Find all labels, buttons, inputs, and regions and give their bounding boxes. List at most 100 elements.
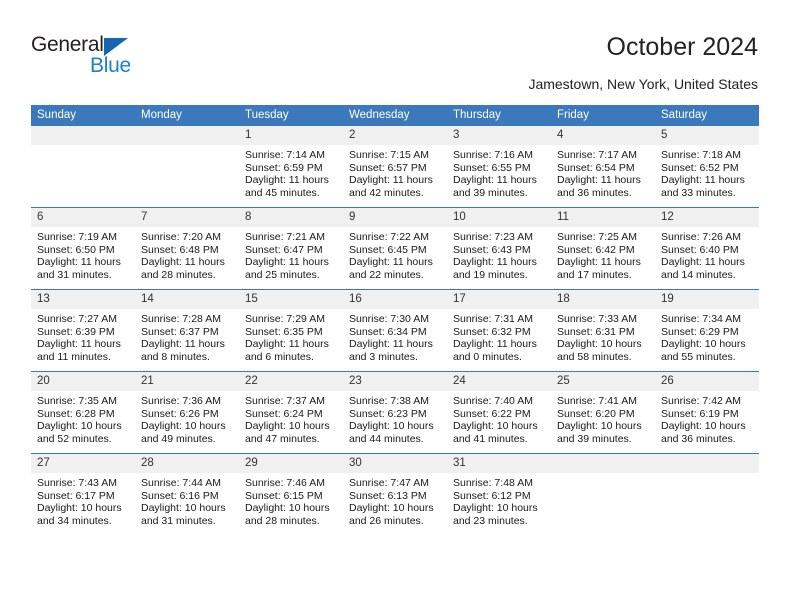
sunset-text: Sunset: 6:22 PM [453, 407, 531, 420]
calendar-day-cell[interactable]: 11 Sunrise: 7:25 AM Sunset: 6:42 PM Dayligh… [551, 207, 655, 290]
calendar-day-cell[interactable]: 22 Sunrise: 7:37 AM Sunset: 6:24 PM Dayligh… [239, 371, 343, 454]
sunrise-text: Sunrise: 7:16 AM [453, 149, 533, 161]
logo-text-blue: Blue [90, 54, 131, 77]
calendar-day-cell[interactable]: 29 Sunrise: 7:46 AM Sunset: 6:15 PM Dayligh… [239, 453, 343, 535]
calendar-body: 1 Sunrise: 7:14 AM Sunset: 6:59 PM Daylight… [31, 126, 759, 535]
sunset-text: Sunset: 6:31 PM [557, 325, 635, 338]
calendar-day-cell[interactable]: 5 Sunrise: 7:18 AM Sunset: 6:52 PM Daylight… [655, 126, 759, 208]
sunrise-text: Sunrise: 7:37 AM [245, 395, 325, 407]
day-details: Sunrise: 7:22 AM Sunset: 6:45 PM Daylight:… [343, 227, 447, 281]
day-details: Sunrise: 7:23 AM Sunset: 6:43 PM Daylight:… [447, 227, 551, 281]
day-details: Sunrise: 7:31 AM Sunset: 6:32 PM Daylight:… [447, 309, 551, 363]
day-details: Sunrise: 7:36 AM Sunset: 6:26 PM Daylight:… [135, 391, 239, 445]
day-details: Sunrise: 7:44 AM Sunset: 6:16 PM Daylight:… [135, 473, 239, 527]
calendar-day-cell[interactable]: 26 Sunrise: 7:42 AM Sunset: 6:19 PM Dayligh… [655, 371, 759, 454]
daylight-text: Daylight: 10 hours and 39 minutes. [557, 420, 642, 445]
sunrise-text: Sunrise: 7:33 AM [557, 313, 637, 325]
day-details: Sunrise: 7:14 AM Sunset: 6:59 PM Daylight:… [239, 145, 343, 199]
calendar-day-cell[interactable]: 17 Sunrise: 7:31 AM Sunset: 6:32 PM Dayligh… [447, 289, 551, 372]
sunset-text: Sunset: 6:34 PM [349, 325, 427, 338]
daylight-text: Daylight: 11 hours and 42 minutes. [349, 174, 433, 199]
daylight-text: Daylight: 11 hours and 3 minutes. [349, 338, 433, 363]
sunset-text: Sunset: 6:48 PM [141, 243, 219, 256]
day-number: 25 [551, 372, 655, 391]
daylight-text: Daylight: 10 hours and 31 minutes. [141, 502, 226, 527]
calendar-day-cell[interactable]: 16 Sunrise: 7:30 AM Sunset: 6:34 PM Dayligh… [343, 289, 447, 372]
daylight-text: Daylight: 11 hours and 22 minutes. [349, 256, 433, 281]
sunset-text: Sunset: 6:24 PM [245, 407, 323, 420]
sunset-text: Sunset: 6:29 PM [661, 325, 739, 338]
sunrise-text: Sunrise: 7:48 AM [453, 477, 533, 489]
daylight-text: Daylight: 11 hours and 28 minutes. [141, 256, 225, 281]
sunrise-text: Sunrise: 7:36 AM [141, 395, 221, 407]
sunrise-text: Sunrise: 7:22 AM [349, 231, 429, 243]
sunrise-text: Sunrise: 7:29 AM [245, 313, 325, 325]
day-details: Sunrise: 7:25 AM Sunset: 6:42 PM Daylight:… [551, 227, 655, 281]
calendar-day-cell[interactable]: 23 Sunrise: 7:38 AM Sunset: 6:23 PM Dayligh… [343, 371, 447, 454]
day-number [135, 126, 239, 145]
calendar-day-cell[interactable]: 18 Sunrise: 7:33 AM Sunset: 6:31 PM Dayligh… [551, 289, 655, 372]
day-number: 2 [343, 126, 447, 145]
calendar-day-cell[interactable]: 10 Sunrise: 7:23 AM Sunset: 6:43 PM Dayligh… [447, 207, 551, 290]
page-title: October 2024 [606, 33, 759, 61]
calendar-cell-empty [655, 453, 759, 535]
calendar-day-cell[interactable]: 9 Sunrise: 7:22 AM Sunset: 6:45 PM Daylight… [343, 207, 447, 290]
sunrise-text: Sunrise: 7:20 AM [141, 231, 221, 243]
calendar-day-cell[interactable]: 19 Sunrise: 7:34 AM Sunset: 6:29 PM Dayligh… [655, 289, 759, 372]
sunset-text: Sunset: 6:32 PM [453, 325, 531, 338]
calendar-day-cell[interactable]: 31 Sunrise: 7:48 AM Sunset: 6:12 PM Dayligh… [447, 453, 551, 535]
day-number: 22 [239, 372, 343, 391]
calendar-week-row: 1 Sunrise: 7:14 AM Sunset: 6:59 PM Daylight… [31, 126, 759, 208]
calendar-day-cell[interactable]: 7 Sunrise: 7:20 AM Sunset: 6:48 PM Daylight… [135, 207, 239, 290]
calendar-day-cell[interactable]: 25 Sunrise: 7:41 AM Sunset: 6:20 PM Dayligh… [551, 371, 655, 454]
day-details: Sunrise: 7:33 AM Sunset: 6:31 PM Daylight:… [551, 309, 655, 363]
day-number: 7 [135, 208, 239, 227]
day-number: 3 [447, 126, 551, 145]
day-details: Sunrise: 7:48 AM Sunset: 6:12 PM Daylight:… [447, 473, 551, 527]
calendar-day-cell[interactable]: 15 Sunrise: 7:29 AM Sunset: 6:35 PM Dayligh… [239, 289, 343, 372]
calendar-cell-empty [551, 453, 655, 535]
calendar-day-cell[interactable]: 24 Sunrise: 7:40 AM Sunset: 6:22 PM Dayligh… [447, 371, 551, 454]
calendar-day-cell[interactable]: 28 Sunrise: 7:44 AM Sunset: 6:16 PM Dayligh… [135, 453, 239, 535]
day-details: Sunrise: 7:26 AM Sunset: 6:40 PM Daylight:… [655, 227, 759, 281]
calendar-day-cell[interactable]: 14 Sunrise: 7:28 AM Sunset: 6:37 PM Dayligh… [135, 289, 239, 372]
weekday-header-monday: Monday [135, 105, 239, 126]
sunrise-text: Sunrise: 7:43 AM [37, 477, 117, 489]
daylight-text: Daylight: 11 hours and 25 minutes. [245, 256, 329, 281]
daylight-text: Daylight: 10 hours and 52 minutes. [37, 420, 122, 445]
day-number: 13 [31, 290, 135, 309]
calendar-day-cell[interactable]: 30 Sunrise: 7:47 AM Sunset: 6:13 PM Dayligh… [343, 453, 447, 535]
day-number: 10 [447, 208, 551, 227]
day-details: Sunrise: 7:18 AM Sunset: 6:52 PM Daylight:… [655, 145, 759, 199]
sunrise-text: Sunrise: 7:44 AM [141, 477, 221, 489]
sunset-text: Sunset: 6:54 PM [557, 161, 635, 174]
sunset-text: Sunset: 6:23 PM [349, 407, 427, 420]
calendar-day-cell[interactable]: 8 Sunrise: 7:21 AM Sunset: 6:47 PM Daylight… [239, 207, 343, 290]
weekday-header-friday: Friday [551, 105, 655, 126]
general-blue-logo[interactable]: General Blue [31, 33, 211, 81]
calendar-day-cell[interactable]: 13 Sunrise: 7:27 AM Sunset: 6:39 PM Dayligh… [31, 289, 135, 372]
calendar-day-cell[interactable]: 3 Sunrise: 7:16 AM Sunset: 6:55 PM Daylight… [447, 126, 551, 208]
daylight-text: Daylight: 10 hours and 41 minutes. [453, 420, 538, 445]
sunset-text: Sunset: 6:43 PM [453, 243, 531, 256]
sunrise-text: Sunrise: 7:46 AM [245, 477, 325, 489]
daylight-text: Daylight: 11 hours and 36 minutes. [557, 174, 641, 199]
calendar-day-cell[interactable]: 20 Sunrise: 7:35 AM Sunset: 6:28 PM Dayligh… [31, 371, 135, 454]
day-details: Sunrise: 7:19 AM Sunset: 6:50 PM Daylight:… [31, 227, 135, 281]
calendar-page: General Blue October 2024 Jamestown, New… [0, 0, 792, 612]
day-details: Sunrise: 7:28 AM Sunset: 6:37 PM Daylight:… [135, 309, 239, 363]
calendar-day-cell[interactable]: 2 Sunrise: 7:15 AM Sunset: 6:57 PM Daylight… [343, 126, 447, 208]
day-number: 12 [655, 208, 759, 227]
calendar-day-cell[interactable]: 4 Sunrise: 7:17 AM Sunset: 6:54 PM Daylight… [551, 126, 655, 208]
calendar-week-row: 13 Sunrise: 7:27 AM Sunset: 6:39 PM Dayligh… [31, 289, 759, 372]
calendar-week-row: 27 Sunrise: 7:43 AM Sunset: 6:17 PM Dayligh… [31, 453, 759, 535]
sunset-text: Sunset: 6:50 PM [37, 243, 115, 256]
calendar-day-cell[interactable]: 27 Sunrise: 7:43 AM Sunset: 6:17 PM Dayligh… [31, 453, 135, 535]
sunrise-text: Sunrise: 7:21 AM [245, 231, 325, 243]
calendar-day-cell[interactable]: 6 Sunrise: 7:19 AM Sunset: 6:50 PM Daylight… [31, 207, 135, 290]
calendar-day-cell[interactable]: 12 Sunrise: 7:26 AM Sunset: 6:40 PM Dayligh… [655, 207, 759, 290]
calendar-day-cell[interactable]: 21 Sunrise: 7:36 AM Sunset: 6:26 PM Dayligh… [135, 371, 239, 454]
day-details: Sunrise: 7:35 AM Sunset: 6:28 PM Daylight:… [31, 391, 135, 445]
day-number: 6 [31, 208, 135, 227]
calendar-day-cell[interactable]: 1 Sunrise: 7:14 AM Sunset: 6:59 PM Daylight… [239, 126, 343, 208]
